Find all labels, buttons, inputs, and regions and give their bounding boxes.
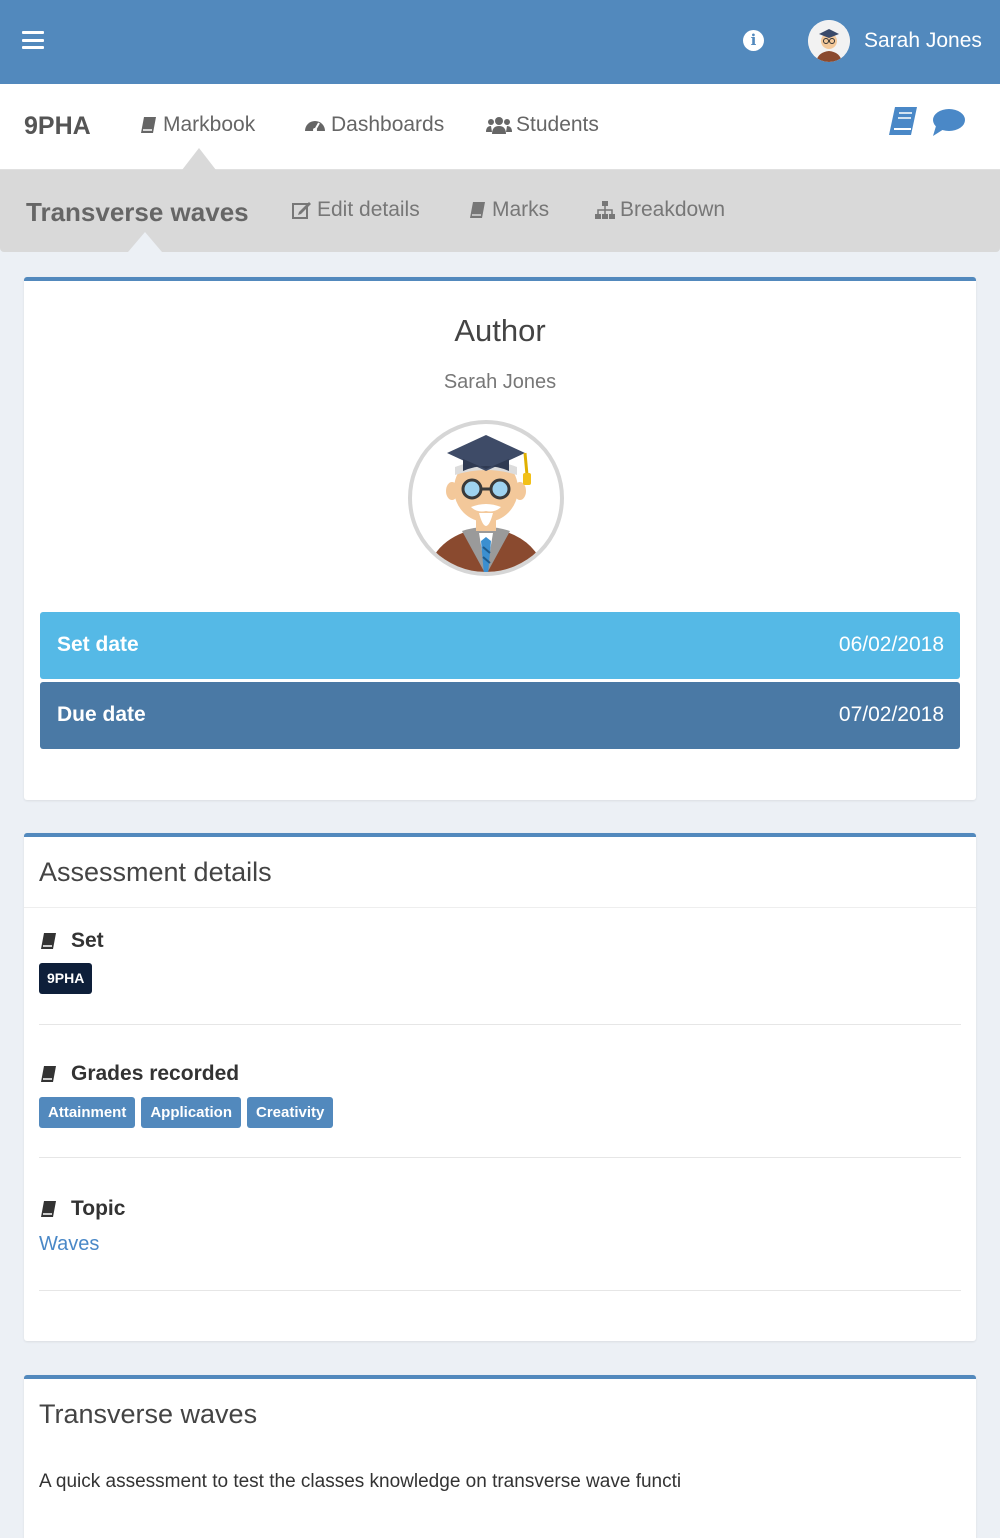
subnav-marks-label: Marks bbox=[492, 198, 550, 221]
divider bbox=[39, 1024, 961, 1025]
author-name: Sarah Jones bbox=[443, 371, 557, 393]
hamburger-menu-icon[interactable] bbox=[22, 31, 44, 49]
active-nav-indicator bbox=[182, 148, 216, 170]
user-avatar[interactable] bbox=[808, 20, 850, 62]
grades-tag-list: Attainment Application Creativity bbox=[39, 1097, 334, 1128]
assessment-details-heading: Assessment details bbox=[39, 857, 272, 887]
book-icon bbox=[41, 1066, 56, 1082]
assessment-title: Transverse waves bbox=[26, 197, 249, 227]
author-avatar bbox=[407, 415, 565, 581]
divider bbox=[39, 1157, 961, 1158]
book-icon bbox=[470, 202, 485, 218]
subnav-breakdown[interactable]: Breakdown bbox=[594, 198, 725, 222]
due-date-label: Due date bbox=[57, 703, 146, 726]
subnav-breakdown-label: Breakdown bbox=[620, 198, 726, 221]
nav-students[interactable]: Students bbox=[486, 113, 599, 137]
set-section-label: Set bbox=[39, 929, 104, 953]
set-tag[interactable]: 9PHA bbox=[39, 963, 93, 994]
assessment-details-card: Assessment details Set 9PHA Grades recor… bbox=[24, 833, 976, 1341]
nav-dashboards-label: Dashboards bbox=[331, 113, 445, 136]
nav-markbook[interactable]: Markbook bbox=[139, 113, 255, 137]
grade-tag[interactable]: Attainment bbox=[39, 1097, 136, 1128]
nav-students-label: Students bbox=[516, 113, 599, 136]
user-name[interactable]: Sarah Jones bbox=[864, 29, 982, 53]
book-icon bbox=[41, 933, 56, 949]
set-date-row: Set date 06/02/2018 bbox=[40, 612, 960, 679]
info-circle-icon[interactable]: i bbox=[743, 30, 764, 51]
description-heading: Transverse waves bbox=[39, 1399, 258, 1429]
description-text: A quick assessment to test the classes k… bbox=[39, 1471, 682, 1492]
set-date-label: Set date bbox=[57, 633, 139, 656]
users-icon bbox=[486, 117, 512, 134]
grades-label: Grades recorded bbox=[71, 1062, 240, 1085]
set-date-value: 06/02/2018 bbox=[838, 633, 944, 656]
subnav-edit-details-label: Edit details bbox=[317, 198, 420, 221]
grade-tag[interactable]: Application bbox=[141, 1097, 242, 1128]
grades-section-label: Grades recorded bbox=[39, 1062, 239, 1086]
sitemap-icon bbox=[595, 201, 615, 219]
class-nav-bar: 9PHA Markbook Dashboards Students bbox=[0, 84, 1000, 170]
grade-tag[interactable]: Creativity bbox=[247, 1097, 334, 1128]
edit-icon bbox=[292, 202, 311, 219]
set-label: Set bbox=[71, 929, 104, 952]
subnav-marks[interactable]: Marks bbox=[468, 198, 549, 222]
top-bar: i Sarah Jones bbox=[0, 0, 1000, 84]
chat-bubble-icon[interactable] bbox=[931, 108, 965, 143]
due-date-value: 07/02/2018 bbox=[838, 703, 944, 726]
divider bbox=[24, 907, 976, 908]
topic-section-label: Topic bbox=[39, 1197, 125, 1221]
subnav-edit-details[interactable]: Edit details bbox=[291, 198, 420, 222]
active-subnav-indicator bbox=[128, 232, 162, 252]
nav-dashboards[interactable]: Dashboards bbox=[303, 113, 444, 137]
topic-link[interactable]: Waves bbox=[39, 1233, 99, 1256]
book-icon bbox=[41, 1201, 56, 1217]
author-card: Author Sarah Jones Set date 06/02/2018 D… bbox=[24, 277, 976, 800]
class-code[interactable]: 9PHA bbox=[24, 112, 91, 141]
divider bbox=[39, 1290, 961, 1291]
nav-markbook-label: Markbook bbox=[163, 113, 256, 136]
description-card: Transverse waves A quick assessment to t… bbox=[24, 1375, 976, 1538]
book-icon bbox=[141, 117, 156, 133]
dashboard-icon bbox=[305, 121, 325, 132]
due-date-row: Due date 07/02/2018 bbox=[40, 682, 960, 749]
book-icon[interactable] bbox=[887, 106, 919, 141]
topic-label: Topic bbox=[71, 1197, 126, 1220]
author-heading: Author bbox=[454, 313, 546, 348]
